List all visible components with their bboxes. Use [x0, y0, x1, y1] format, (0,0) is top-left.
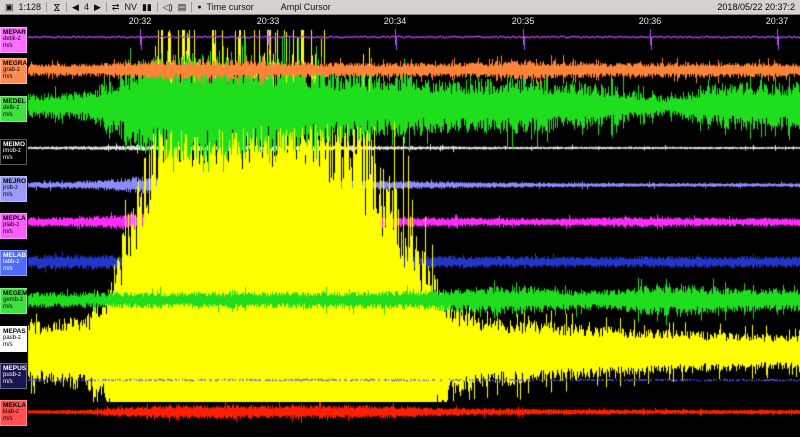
channel-code: imob-z [3, 148, 25, 155]
toolbar-separator [66, 2, 67, 12]
swap-icon[interactable]: ⇄ [112, 3, 120, 12]
channel-code: pasb-z [3, 335, 25, 342]
station-code: MEIMO [3, 141, 25, 148]
channel-label[interactable]: MELAB labb-z m/s [0, 250, 27, 276]
station-code: MEPAS [3, 328, 25, 335]
zoom-ratio-label: 1:128 [19, 2, 42, 12]
ampl-cursor-label[interactable]: Ampl Cursor [281, 2, 331, 12]
toolbar-separator [106, 2, 107, 12]
time-tick-label: 20:35 [508, 16, 538, 26]
datetime-display: 2018/05/22 20:37:2 [717, 2, 795, 12]
channel-label[interactable]: MEPUS pusb-z m/s [0, 363, 27, 389]
app-icon: ▣ [5, 3, 14, 12]
time-cursor-radio[interactable]: ● [197, 4, 201, 11]
channel-code: gemb-z [3, 297, 25, 304]
channel-code: pusb-z [3, 372, 25, 379]
station-code: MEGEM [3, 290, 25, 297]
channel-code: klab-z [3, 409, 25, 416]
station-code: MEPUS [3, 365, 25, 372]
next-button[interactable]: ▶ [94, 3, 101, 12]
channel-label[interactable]: MEPLA plab-z m/s [0, 213, 27, 239]
speaker-icon[interactable]: ◁) [163, 3, 173, 12]
channel-unit: m/s [3, 74, 25, 81]
station-code: MEPAR [3, 29, 25, 36]
channel-code: detik-z [3, 36, 25, 43]
channel-label[interactable]: MEJRO jrob-z m/s [0, 176, 27, 202]
channel-label[interactable]: MEPAR detik-z m/s [0, 27, 27, 53]
time-tick-label: 20:34 [380, 16, 410, 26]
channel-unit: m/s [3, 43, 25, 50]
time-tick-label: 20:37 [762, 16, 792, 26]
toolbar-separator [157, 2, 158, 12]
toolbar: ▣ 1:128 ⋈ ◀ 4 ▶ ⇄ NV ▮▮ ◁) ▤ ● Time curs… [0, 0, 800, 15]
prev-button[interactable]: ◀ [72, 3, 79, 12]
station-code: MELAB [3, 252, 25, 259]
time-tick-label: 20:36 [635, 16, 665, 26]
time-cursor-label[interactable]: Time cursor [207, 2, 254, 12]
channel-label[interactable]: MEDEL delb-z m/s [0, 96, 27, 122]
channel-code: delb-z [3, 105, 25, 112]
time-tick-label: 20:33 [253, 16, 283, 26]
channel-code: plab-z [3, 222, 25, 229]
channel-unit: m/s [3, 229, 25, 236]
nv-label: NV [124, 2, 137, 12]
seismic-viewer-window: 20:32 20:33 20:34 20:35 20:36 20:37 MEPA… [0, 0, 800, 437]
channel-unit: m/s [3, 342, 25, 349]
channel-code: grab-z [3, 67, 25, 74]
nav-count: 4 [84, 2, 89, 12]
toolbar-separator [191, 2, 192, 12]
pause-icon[interactable]: ▮▮ [142, 3, 152, 12]
hourglass-icon[interactable]: ⋈ [52, 3, 61, 12]
channel-unit: m/s [3, 155, 25, 162]
channel-unit: m/s [3, 112, 25, 119]
channel-code: jrob-z [3, 185, 25, 192]
channel-label[interactable]: MEGEM gemb-z m/s [0, 288, 27, 314]
station-code: MEPLA [3, 215, 25, 222]
channel-label[interactable]: MEIMO imob-z m/s [0, 139, 27, 165]
channel-label[interactable]: MEPAS pasb-z m/s [0, 326, 27, 352]
station-code: MEDEL [3, 98, 25, 105]
station-code: MEJRO [3, 178, 25, 185]
channel-label[interactable]: MEGRA grab-z m/s [0, 58, 27, 84]
toolbar-separator [46, 2, 47, 12]
printer-icon[interactable]: ▤ [178, 3, 187, 12]
channel-code: labb-z [3, 259, 25, 266]
station-code: MEKLA [3, 402, 25, 409]
channel-unit: m/s [3, 192, 25, 199]
channel-unit: m/s [3, 416, 25, 423]
time-tick-label: 20:32 [125, 16, 155, 26]
waveform-display[interactable] [0, 0, 800, 437]
channel-unit: m/s [3, 379, 25, 386]
channel-unit: m/s [3, 304, 25, 311]
channel-label[interactable]: MEKLA klab-z m/s [0, 400, 27, 426]
station-code: MEGRA [3, 60, 25, 67]
channel-unit: m/s [3, 266, 25, 273]
